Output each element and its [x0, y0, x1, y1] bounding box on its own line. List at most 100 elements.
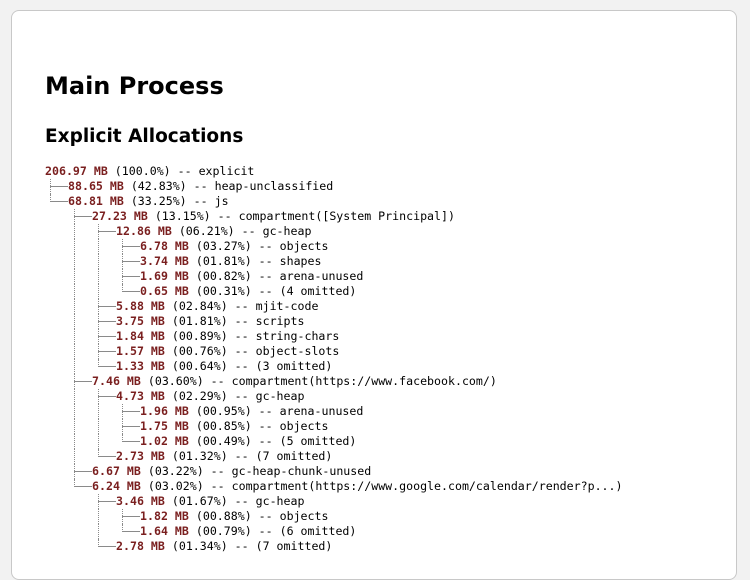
allocation-amount: 68.81 MB [68, 194, 124, 208]
allocation-amount: 2.73 MB [116, 449, 165, 463]
allocation-description: (01.34%) -- (7 omitted) [164, 539, 333, 553]
allocation-description: (33.25%) -- js [123, 194, 229, 208]
tree-entry: 3.74 MB (01.81%) -- shapes [140, 254, 322, 269]
tree-branch [98, 546, 116, 547]
tree-branch [98, 336, 116, 337]
allocation-description: (42.83%) -- heap-unclassified [123, 179, 334, 193]
tree-entry: 4.73 MB (02.29%) -- gc-heap [116, 389, 304, 404]
tree-entry: 88.65 MB (42.83%) -- heap-unclassified [68, 179, 333, 194]
tree-entry: 1.57 MB (00.76%) -- object-slots [116, 344, 339, 359]
tree-rail [74, 359, 75, 374]
allocation-amount: 1.84 MB [116, 329, 165, 343]
allocation-amount: 3.75 MB [116, 314, 165, 328]
tree-branch [98, 501, 116, 502]
tree-rail [98, 434, 99, 449]
allocation-amount: 6.78 MB [140, 239, 189, 253]
tree-branch [74, 471, 92, 472]
allocation-amount: 6.67 MB [92, 464, 141, 478]
tree-branch [122, 441, 140, 442]
tree-entry: 3.75 MB (01.81%) -- scripts [116, 314, 304, 329]
tree-branch [122, 276, 140, 277]
tree-entry: 206.97 MB (100.0%) -- explicit [45, 164, 254, 179]
allocation-description: (03.22%) -- gc-heap-chunk-unused [140, 464, 372, 478]
tree-rail [74, 419, 75, 434]
tree-entry: 1.75 MB (00.85%) -- objects [140, 419, 328, 434]
allocation-amount: 1.33 MB [116, 359, 165, 373]
allocation-description: (00.64%) -- (3 omitted) [164, 359, 333, 373]
tree-branch [122, 516, 140, 517]
tree-branch [122, 261, 140, 262]
allocation-description: (02.29%) -- gc-heap [164, 389, 305, 403]
allocation-description: (100.0%) -- explicit [107, 164, 255, 178]
section-title: Explicit Allocations [45, 126, 244, 147]
allocation-amount: 27.23 MB [92, 209, 148, 223]
allocation-description: (01.32%) -- (7 omitted) [164, 449, 333, 463]
allocation-amount: 7.46 MB [92, 374, 141, 388]
allocation-amount: 0.65 MB [140, 284, 189, 298]
tree-entry: 5.88 MB (02.84%) -- mjit-code [116, 299, 318, 314]
tree-entry: 1.84 MB (00.89%) -- string-chars [116, 329, 339, 344]
tree-entry: 1.02 MB (00.49%) -- (5 omitted) [140, 434, 356, 449]
allocation-description: (00.82%) -- arena-unused [188, 269, 364, 283]
allocation-amount: 88.65 MB [68, 179, 124, 193]
tree-branch [98, 306, 116, 307]
tree-rail [74, 299, 75, 314]
memory-report-page: Main Process Explicit Allocations 206.97… [11, 10, 737, 580]
tree-entry: 7.46 MB (03.60%) -- compartment(https://… [92, 374, 497, 389]
allocation-amount: 1.82 MB [140, 509, 189, 523]
tree-entry: 1.82 MB (00.88%) -- objects [140, 509, 328, 524]
tree-entry: 6.67 MB (03.22%) -- gc-heap-chunk-unused [92, 464, 371, 479]
allocation-amount: 3.46 MB [116, 494, 165, 508]
tree-rail [74, 449, 75, 464]
tree-rail [98, 509, 99, 524]
allocation-description: (02.84%) -- mjit-code [164, 299, 319, 313]
allocation-amount: 1.02 MB [140, 434, 189, 448]
allocation-description: (00.79%) -- (6 omitted) [188, 524, 357, 538]
tree-rail [74, 314, 75, 329]
tree-entry: 1.69 MB (00.82%) -- arena-unused [140, 269, 363, 284]
tree-branch [50, 201, 68, 202]
allocation-amount: 3.74 MB [140, 254, 189, 268]
tree-entry: 6.78 MB (03.27%) -- objects [140, 239, 328, 254]
allocation-description: (00.89%) -- string-chars [164, 329, 340, 343]
tree-rail [74, 404, 75, 419]
allocation-description: (00.95%) -- arena-unused [188, 404, 364, 418]
allocation-amount: 5.88 MB [116, 299, 165, 313]
tree-rail [98, 254, 99, 269]
allocation-description: (03.02%) -- compartment(https://www.goog… [140, 479, 623, 493]
tree-rail [98, 239, 99, 254]
tree-rail [98, 404, 99, 419]
allocation-description: (13.15%) -- compartment([System Principa… [147, 209, 455, 223]
allocation-amount: 1.57 MB [116, 344, 165, 358]
allocation-description: (00.85%) -- objects [188, 419, 329, 433]
tree-branch [122, 246, 140, 247]
allocation-amount: 1.69 MB [140, 269, 189, 283]
tree-entry: 6.24 MB (03.02%) -- compartment(https://… [92, 479, 623, 494]
tree-branch [74, 216, 92, 217]
tree-branch [98, 321, 116, 322]
allocation-amount: 6.24 MB [92, 479, 141, 493]
allocation-amount: 1.96 MB [140, 404, 189, 418]
tree-rail [74, 329, 75, 344]
tree-branch [74, 486, 92, 487]
tree-branch [98, 366, 116, 367]
tree-entry: 2.73 MB (01.32%) -- (7 omitted) [116, 449, 332, 464]
tree-branch [74, 381, 92, 382]
tree-rail [74, 254, 75, 269]
allocation-description: (00.88%) -- objects [188, 509, 329, 523]
tree-rail [74, 284, 75, 299]
tree-branch [122, 411, 140, 412]
allocation-amount: 1.64 MB [140, 524, 189, 538]
allocation-description: (01.67%) -- gc-heap [164, 494, 305, 508]
tree-entry: 1.33 MB (00.64%) -- (3 omitted) [116, 359, 332, 374]
tree-branch [122, 426, 140, 427]
tree-rail [98, 269, 99, 284]
tree-entry: 68.81 MB (33.25%) -- js [68, 194, 229, 209]
tree-branch [98, 456, 116, 457]
allocation-amount: 206.97 MB [45, 164, 108, 178]
tree-entry: 3.46 MB (01.67%) -- gc-heap [116, 494, 304, 509]
tree-entry: 2.78 MB (01.34%) -- (7 omitted) [116, 539, 332, 554]
tree-branch [50, 186, 68, 187]
tree-entry: 12.86 MB (06.21%) -- gc-heap [116, 224, 311, 239]
tree-rail [98, 524, 99, 539]
